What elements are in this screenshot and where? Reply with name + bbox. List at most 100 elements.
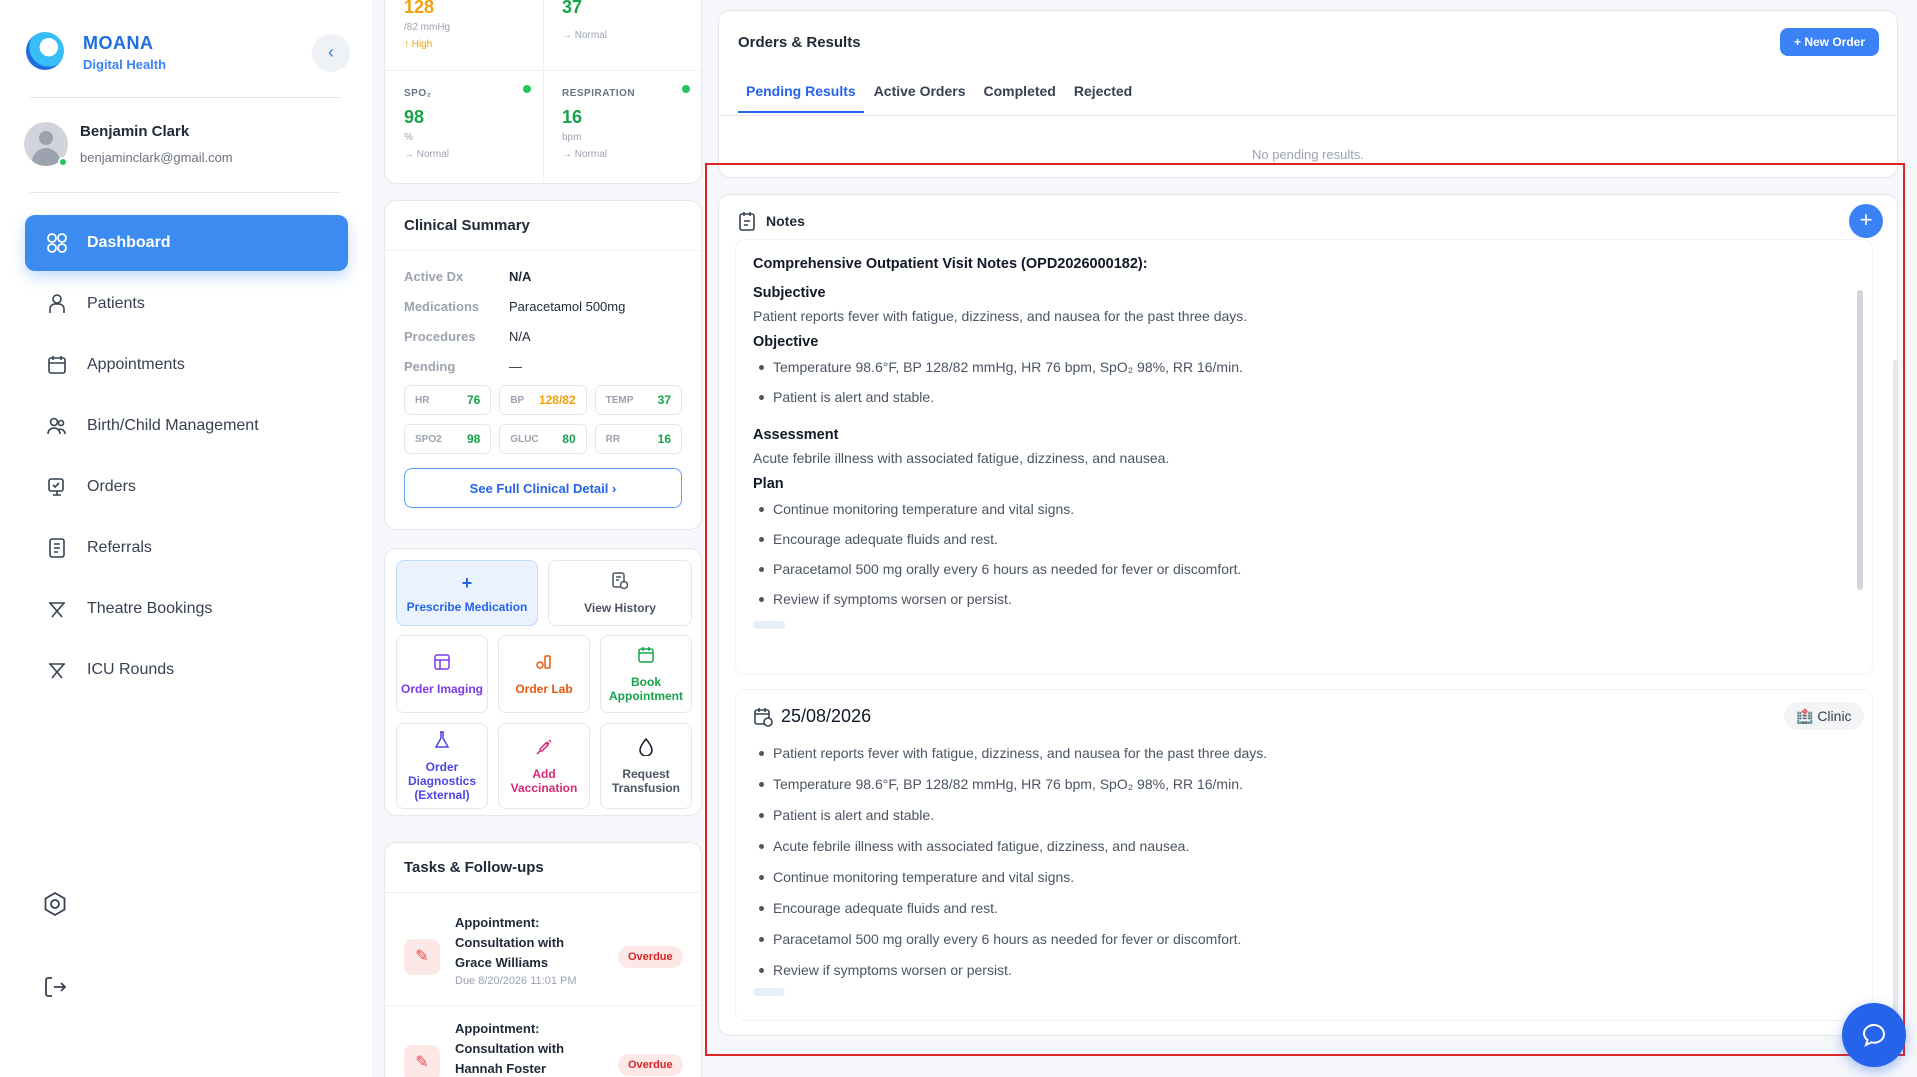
sidebar-item-birth-child[interactable]: Birth/Child Management bbox=[25, 398, 348, 454]
vital-spo2-status: → Normal bbox=[404, 149, 450, 160]
plus-icon: + bbox=[461, 572, 473, 593]
vital-bp-unit: /82 mmHg bbox=[404, 22, 451, 33]
action-label: View History bbox=[584, 600, 656, 615]
summary-value: N/A bbox=[509, 328, 531, 344]
chat-button[interactable] bbox=[1842, 1003, 1906, 1067]
vital-spo2-unit: % bbox=[404, 132, 413, 143]
user-email: benjaminclark@gmail.com bbox=[80, 150, 233, 165]
chip-value: 128/82 bbox=[538, 393, 576, 407]
sidebar-item-label: ICU Rounds bbox=[87, 661, 175, 678]
view-history-button[interactable]: View History bbox=[548, 560, 692, 626]
sidebar-item-icu-rounds[interactable]: ICU Rounds bbox=[25, 642, 348, 698]
action-label: Order Lab bbox=[515, 681, 573, 696]
task-document-icon: ✎ bbox=[404, 939, 440, 975]
summary-value: N/A bbox=[509, 268, 532, 284]
action-label: Book Appointment bbox=[609, 674, 683, 703]
divider bbox=[30, 97, 340, 98]
action-label: Request Transfusion bbox=[611, 766, 680, 795]
summary-value: Paracetamol 500mg bbox=[509, 298, 626, 314]
summary-key: Medications bbox=[404, 298, 480, 314]
book-appointment-button[interactable]: Book Appointment bbox=[600, 635, 692, 713]
history-icon bbox=[612, 571, 629, 595]
logout-icon[interactable] bbox=[42, 974, 68, 1000]
overdue-badge: Overdue bbox=[618, 1054, 683, 1076]
sidebar-nav: Dashboard Patients Appointments Birth/Ch… bbox=[25, 215, 348, 703]
chip-label: SPO2 bbox=[415, 433, 442, 445]
empty-state-text: No pending results. bbox=[1251, 147, 1364, 162]
vital-temp-status: → Normal bbox=[562, 30, 608, 41]
brand: MOANA Digital Health bbox=[83, 33, 166, 72]
task-title: Appointment: Consultation with Hannah Fo… bbox=[455, 1021, 565, 1076]
sidebar-item-label: Patients bbox=[87, 295, 145, 312]
vital-temp: 37 → Normal bbox=[562, 0, 720, 41]
vital-bp: 128 /82 mmHg ↑ High bbox=[404, 0, 562, 50]
vital-spo2-value: 98 bbox=[404, 107, 425, 127]
chip-label: GLUC bbox=[510, 433, 539, 445]
collapse-sidebar-button[interactable]: ‹ bbox=[312, 34, 350, 72]
vital-chip-temp: TEMP 37 bbox=[594, 385, 682, 415]
settings-icon[interactable] bbox=[42, 891, 68, 917]
chip-label: TEMP bbox=[605, 394, 634, 406]
imaging-icon bbox=[433, 653, 451, 676]
overdue-badge: Overdue bbox=[618, 946, 683, 968]
sidebar-item-theatre-bookings[interactable]: Theatre Bookings bbox=[25, 581, 348, 637]
vital-bp-value: 128 bbox=[404, 0, 435, 17]
sidebar-item-label: Birth/Child Management bbox=[87, 417, 259, 434]
new-order-button[interactable]: + New Order bbox=[1780, 28, 1880, 56]
sidebar-item-appointments[interactable]: Appointments bbox=[25, 337, 348, 393]
action-label: Order Imaging bbox=[400, 681, 483, 696]
vital-chip-hr: HR 76 bbox=[404, 385, 492, 415]
summary-key: Active Dx bbox=[404, 268, 464, 284]
vital-chip-bp: BP 128/82 bbox=[499, 385, 587, 415]
sidebar-item-orders[interactable]: Orders bbox=[25, 459, 348, 515]
order-diagnostics-external-button[interactable]: Order Diagnostics (External) bbox=[396, 723, 488, 809]
vital-chip-rr: RR 16 bbox=[594, 424, 682, 454]
prescribe-medication-button[interactable]: + Prescribe Medication bbox=[396, 560, 538, 626]
blood-drop-icon bbox=[639, 737, 653, 761]
request-transfusion-button[interactable]: Request Transfusion bbox=[600, 723, 692, 809]
clinical-summary-card: Clinical Summary Active Dx N/A Medication… bbox=[384, 200, 702, 530]
tab-completed[interactable]: Completed bbox=[976, 83, 1064, 113]
orders-results-title: Orders & Results bbox=[738, 34, 861, 51]
add-vaccination-button[interactable]: Add Vaccination bbox=[498, 723, 590, 809]
summary-row: Active Dx N/A bbox=[385, 261, 701, 291]
tab-rejected[interactable]: Rejected bbox=[1066, 83, 1140, 113]
moana-logo-icon bbox=[26, 32, 64, 70]
order-lab-button[interactable]: Order Lab bbox=[498, 635, 590, 713]
order-imaging-button[interactable]: Order Imaging bbox=[396, 635, 488, 713]
vitals-chips: HR 76 BP 128/82 TEMP 37 SPO2 98 GLUC 80 RR 16 bbox=[385, 381, 701, 454]
online-status-dot bbox=[58, 157, 68, 167]
chat-bubble-icon bbox=[1861, 1022, 1887, 1048]
vital-spo2: SPO₂ 98 % → Normal bbox=[404, 88, 562, 160]
tab-pending-results[interactable]: Pending Results bbox=[738, 83, 864, 113]
tasks-title: Tasks & Follow-ups bbox=[385, 843, 701, 893]
vital-respiration: RESPIRATION 16 bpm → Normal bbox=[562, 88, 720, 160]
user-name: Benjamin Clark bbox=[80, 123, 190, 140]
action-label: Add Vaccination bbox=[510, 766, 578, 795]
theatre-icon bbox=[45, 597, 69, 621]
sidebar: MOANA Digital Health ‹ Benjamin Clark be… bbox=[0, 0, 372, 1077]
action-label: Prescribe Medication bbox=[406, 599, 528, 614]
sidebar-item-dashboard[interactable]: Dashboard bbox=[25, 215, 348, 271]
task-due: Due 8/20/2026 11:01 PM bbox=[455, 975, 577, 987]
vital-temp-value: 37 bbox=[562, 0, 583, 17]
flask-icon bbox=[434, 730, 450, 754]
action-label: Order Diagnostics (External) bbox=[407, 759, 476, 802]
sidebar-item-referrals[interactable]: Referrals bbox=[25, 520, 348, 576]
orders-results-card: Orders & Results + New Order Pending Res… bbox=[718, 10, 1898, 178]
chip-label: HR bbox=[415, 394, 430, 406]
quick-actions-card: + Prescribe Medication View History Orde… bbox=[384, 548, 702, 816]
see-full-clinical-detail-button[interactable]: See Full Clinical Detail › bbox=[404, 468, 682, 508]
referrals-icon bbox=[45, 536, 69, 560]
chip-label: RR bbox=[605, 433, 621, 445]
sidebar-item-label: Referrals bbox=[87, 539, 152, 556]
orders-tabs: Pending Results Active Orders Completed … bbox=[738, 83, 1142, 113]
vital-respiration-label: RESPIRATION bbox=[562, 88, 636, 99]
summary-row: Pending — bbox=[385, 351, 701, 381]
divider bbox=[30, 192, 340, 193]
task-document-icon: ✎ bbox=[404, 1045, 440, 1077]
sidebar-item-patients[interactable]: Patients bbox=[25, 276, 348, 332]
tab-active-orders[interactable]: Active Orders bbox=[866, 83, 974, 113]
summary-key: Procedures bbox=[404, 328, 476, 344]
vital-chip-glucose: GLUC 80 bbox=[499, 424, 587, 454]
